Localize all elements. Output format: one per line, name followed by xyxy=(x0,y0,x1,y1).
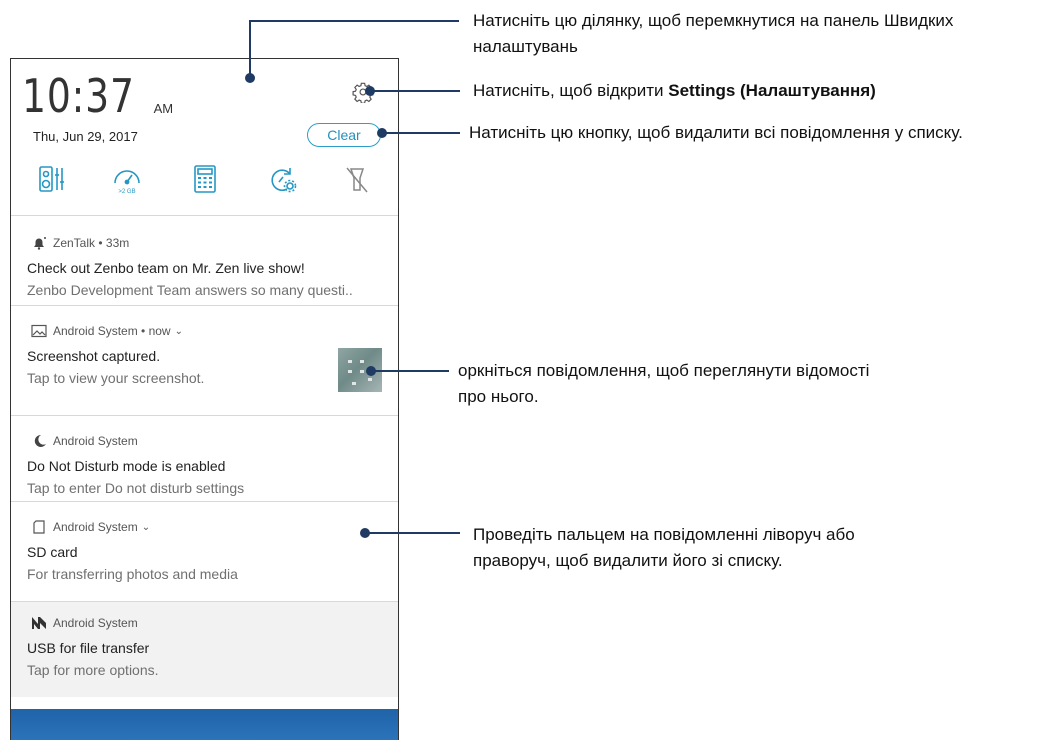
notification-app: Android System xyxy=(53,520,138,534)
calculator-icon xyxy=(194,165,216,193)
clock-ampm: AM xyxy=(153,101,174,116)
notification-title: Check out Zenbo team on Mr. Zen live sho… xyxy=(27,260,305,276)
callout-settings-text: Натисніть, щоб відкрити xyxy=(473,81,669,100)
clear-all-button[interactable]: Clear xyxy=(307,123,381,147)
callout-line xyxy=(365,532,460,534)
quick-settings-area[interactable]: 10:37 AM Thu, Jun 29, 2017 Clear >2 GB xyxy=(11,59,398,219)
callout-line xyxy=(370,90,460,92)
notification-item[interactable]: ZenTalk • 33m Check out Zenbo team on Mr… xyxy=(11,215,398,305)
notification-body: Tap to view your screenshot. xyxy=(27,370,205,386)
notification-body: For transferring photos and media xyxy=(27,566,238,582)
notification-body: Tap to enter Do not disturb settings xyxy=(27,480,245,496)
notification-item[interactable]: Android System USB for file transfer Tap… xyxy=(11,601,398,697)
notification-title: USB for file transfer xyxy=(27,640,150,656)
auto-sync-icon xyxy=(271,168,297,193)
image-icon xyxy=(31,324,47,338)
callout-line xyxy=(382,132,460,134)
notification-item[interactable]: Android System Do Not Disturb mode is en… xyxy=(11,415,398,501)
notification-app: Android System xyxy=(53,616,138,630)
callout-swipe: Проведіть пальцем на повідомленні лівору… xyxy=(473,525,855,570)
chevron-down-icon[interactable]: ⌄ xyxy=(142,522,150,533)
notification-title: SD card xyxy=(27,544,78,560)
callout-line xyxy=(249,20,251,76)
notification-time: • now xyxy=(141,324,171,338)
notification-header: Android System ⌄ xyxy=(31,520,150,534)
chevron-down-icon[interactable]: ⌄ xyxy=(175,326,183,337)
notification-header: ZenTalk • 33m xyxy=(31,236,129,250)
notification-time: • 33m xyxy=(98,236,130,250)
quick-tile-autostart[interactable] xyxy=(266,163,298,195)
quick-tile-flashlight[interactable] xyxy=(341,163,373,195)
notification-title: Screenshot captured. xyxy=(27,348,161,364)
callout-details: оркніться повідомлення, щоб переглянути … xyxy=(458,361,870,406)
speed-booster-icon: >2 GB xyxy=(114,170,140,195)
callout-line xyxy=(249,20,459,22)
bell-icon xyxy=(31,236,47,250)
notification-title: Do Not Disturb mode is enabled xyxy=(27,458,226,474)
quick-tile-calculator[interactable] xyxy=(189,163,221,195)
notification-app: ZenTalk xyxy=(53,236,96,250)
android-n-icon xyxy=(31,616,47,630)
boost-label: >2 GB xyxy=(118,189,135,195)
notification-panel: 10:37 AM Thu, Jun 29, 2017 Clear >2 GB Z… xyxy=(10,58,399,740)
callout-settings-bold: Settings (Налаштування) xyxy=(668,81,876,100)
notification-header: Android System xyxy=(31,616,138,630)
callout-settings: Натисніть, щоб відкрити Settings (Налашт… xyxy=(473,78,1053,104)
speaker-settings-icon xyxy=(39,166,64,192)
notification-header: Android System • now ⌄ xyxy=(31,324,183,338)
callout-quick-settings: Натисніть цю ділянку, щоб перемкнутися н… xyxy=(473,11,954,56)
clock: 10:37 AM xyxy=(22,73,173,119)
flashlight-off-icon xyxy=(346,167,368,193)
quick-tile-audio[interactable] xyxy=(36,163,68,195)
callout-line xyxy=(371,370,449,372)
notification-header: Android System xyxy=(31,434,138,448)
notification-app: Android System xyxy=(53,434,138,448)
quick-tile-boost[interactable]: >2 GB xyxy=(111,163,143,195)
clock-time: 10:37 xyxy=(22,69,135,123)
sd-card-icon xyxy=(31,520,47,534)
notification-item[interactable]: Android System ⌄ SD card For transferrin… xyxy=(11,501,398,601)
notification-body: Tap for more options. xyxy=(27,662,159,678)
moon-icon xyxy=(31,434,47,448)
date-label: Thu, Jun 29, 2017 xyxy=(33,129,138,144)
notification-body: Zenbo Development Team answers so many q… xyxy=(27,282,353,298)
callout-clear: Натисніть цю кнопку, щоб видалити всі по… xyxy=(469,123,963,142)
home-wallpaper xyxy=(11,709,398,740)
notification-list: ZenTalk • 33m Check out Zenbo team on Mr… xyxy=(11,215,398,697)
notification-item[interactable]: Android System • now ⌄ Screenshot captur… xyxy=(11,305,398,415)
notification-app: Android System xyxy=(53,324,138,338)
